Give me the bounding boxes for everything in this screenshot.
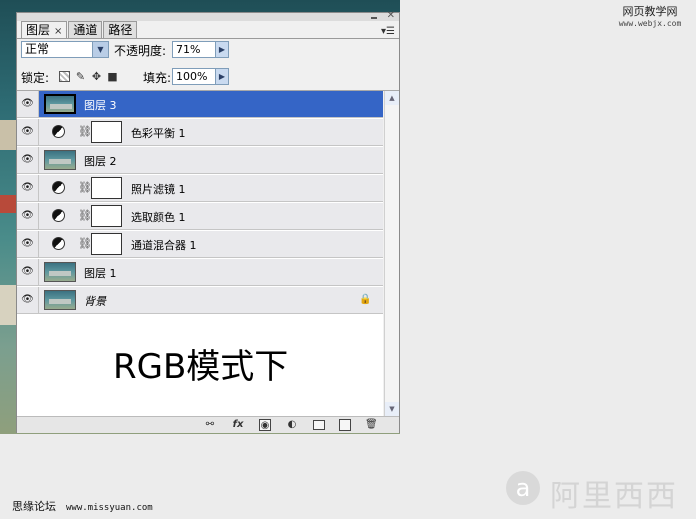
tab-channels[interactable]: 通道: [68, 21, 103, 38]
lock-icon: 🔒: [359, 294, 372, 305]
lock-transparency-icon[interactable]: [59, 71, 70, 82]
fill-arrow-icon[interactable]: ▶: [215, 68, 229, 85]
close-icon[interactable]: ✕: [387, 10, 395, 21]
layer-row[interactable]: 👁 ⛓ 选取颜色 1: [17, 203, 383, 230]
lock-label: 锁定:: [21, 71, 50, 85]
layer-row[interactable]: 👁 图层 1: [17, 259, 383, 286]
site-url: www.missyuan.com: [66, 503, 153, 513]
photo-detail: [0, 285, 16, 325]
adjustment-layer-icon: [52, 181, 65, 194]
layer-thumbnail: [44, 150, 76, 170]
layer-thumbnail: [44, 94, 76, 114]
layer-name: 通道混合器 1: [131, 239, 197, 252]
tab-label: 路径: [108, 23, 133, 37]
panel-bottom-toolbar: ⚯ fx ◉ ◐ 🗑: [17, 416, 399, 433]
lock-row: 锁定: ✎ ✥ ■ 填充: 100% ▶: [21, 68, 397, 88]
eye-icon[interactable]: 👁: [17, 287, 39, 313]
photo-detail: [0, 120, 16, 150]
scroll-down-icon[interactable]: ▼: [385, 402, 399, 416]
site-name: 思缘论坛: [12, 500, 56, 513]
link-icon[interactable]: ⛓: [78, 209, 92, 222]
layer-thumbnail: [44, 262, 76, 282]
lock-move-icon[interactable]: ✥: [91, 71, 102, 82]
eye-icon[interactable]: 👁: [17, 147, 39, 173]
tab-layers[interactable]: 图层 ×: [21, 21, 68, 39]
layer-name: 图层 3: [84, 99, 117, 112]
layer-row[interactable]: 👁 ⛓ 通道混合器 1: [17, 231, 383, 258]
new-group-icon[interactable]: [313, 420, 325, 430]
panel-menu-icon[interactable]: ▾☰: [381, 26, 395, 37]
layer-row[interactable]: 👁 图层 3: [17, 91, 383, 118]
opacity-input[interactable]: 71%: [172, 41, 216, 58]
eye-icon[interactable]: 👁: [17, 203, 39, 229]
layer-name: 图层 2: [84, 155, 117, 168]
logo-text: 阿里西西: [550, 479, 678, 514]
opacity-arrow-icon[interactable]: ▶: [215, 41, 229, 58]
layer-mask-thumbnail: [91, 233, 122, 255]
tab-label: 通道: [73, 23, 98, 37]
lock-all-icon[interactable]: ■: [107, 71, 118, 82]
layer-mask-thumbnail: [91, 121, 122, 143]
eye-icon[interactable]: 👁: [17, 175, 39, 201]
adjustment-layer-icon: [52, 237, 65, 250]
layer-row[interactable]: 👁 ⛓ 色彩平衡 1: [17, 119, 383, 146]
fill-label: 填充:: [143, 71, 172, 85]
link-icon[interactable]: ⛓: [78, 181, 92, 194]
layer-name: 图层 1: [84, 267, 117, 280]
link-icon[interactable]: ⛓: [78, 237, 92, 250]
fill-input[interactable]: 100%: [172, 68, 216, 85]
layer-name: 色彩平衡 1: [131, 127, 186, 140]
watermark-title: 网页教学网: [622, 5, 678, 18]
minimize-icon[interactable]: [371, 13, 377, 19]
logo-icon: a: [506, 471, 540, 505]
eye-icon[interactable]: 👁: [17, 119, 39, 145]
watermark-top-right: 网页教学网 www.webjx.com: [610, 6, 690, 30]
adjustment-layer-icon: [52, 125, 65, 138]
panel-titlebar[interactable]: ✕: [17, 10, 399, 21]
new-layer-icon[interactable]: [339, 419, 351, 431]
layer-name: 背景: [84, 295, 106, 308]
link-layers-icon[interactable]: ⚯: [201, 419, 219, 431]
watermark-url: www.webjx.com: [618, 19, 682, 28]
layer-thumbnail: [44, 290, 76, 310]
layer-row[interactable]: 👁 背景 🔒: [17, 287, 383, 314]
photo-detail: [0, 195, 16, 213]
eye-icon[interactable]: 👁: [17, 259, 39, 285]
blend-mode-select[interactable]: 正常 ▼: [21, 41, 109, 58]
layers-list: 👁 图层 3 👁 ⛓ 色彩平衡 1 👁 图层 2 👁 ⛓ 照片滤镜 1 👁 ⛓: [17, 91, 383, 416]
add-mask-icon[interactable]: ◉: [259, 419, 271, 431]
eye-icon[interactable]: 👁: [17, 231, 39, 257]
chevron-down-icon[interactable]: ▼: [92, 42, 108, 57]
eye-icon[interactable]: 👁: [17, 91, 39, 117]
layer-row[interactable]: 👁 图层 2: [17, 147, 383, 174]
panel-tabs: 图层 × 通道 路径: [21, 21, 138, 39]
layer-row[interactable]: 👁 ⛓ 照片滤镜 1: [17, 175, 383, 202]
layers-panel: ✕ 图层 × 通道 路径 ▾☰ 正常 ▼ 不透明度: 71% ▶ 锁定: ✎ ✥ …: [16, 10, 400, 433]
trash-icon[interactable]: 🗑: [365, 419, 378, 431]
vertical-scrollbar[interactable]: ▲ ▼: [384, 91, 399, 416]
tab-paths[interactable]: 路径: [103, 21, 138, 38]
layer-name: 选取颜色 1: [131, 211, 186, 224]
divider: [17, 38, 399, 39]
caption-text: RGB模式下: [113, 347, 289, 387]
watermark-bottom-right: a 阿里西西: [506, 463, 692, 514]
link-icon[interactable]: ⛓: [78, 125, 92, 138]
adjustment-layer-icon: [52, 209, 65, 222]
layer-mask-thumbnail: [91, 205, 122, 227]
new-adjustment-icon[interactable]: ◐: [285, 419, 299, 431]
blend-row: 正常 ▼ 不透明度: 71% ▶: [21, 41, 397, 61]
lock-brush-icon[interactable]: ✎: [75, 71, 86, 82]
opacity-label: 不透明度:: [114, 44, 167, 58]
fx-icon[interactable]: fx: [229, 419, 247, 431]
blend-mode-value: 正常: [25, 42, 50, 56]
scroll-up-icon[interactable]: ▲: [385, 91, 399, 105]
layer-name: 照片滤镜 1: [131, 183, 186, 196]
watermark-bottom-left: 思缘论坛 www.missyuan.com: [12, 498, 153, 514]
tab-label: 图层: [26, 23, 51, 37]
tab-close-icon[interactable]: ×: [54, 26, 62, 37]
layer-mask-thumbnail: [91, 177, 122, 199]
